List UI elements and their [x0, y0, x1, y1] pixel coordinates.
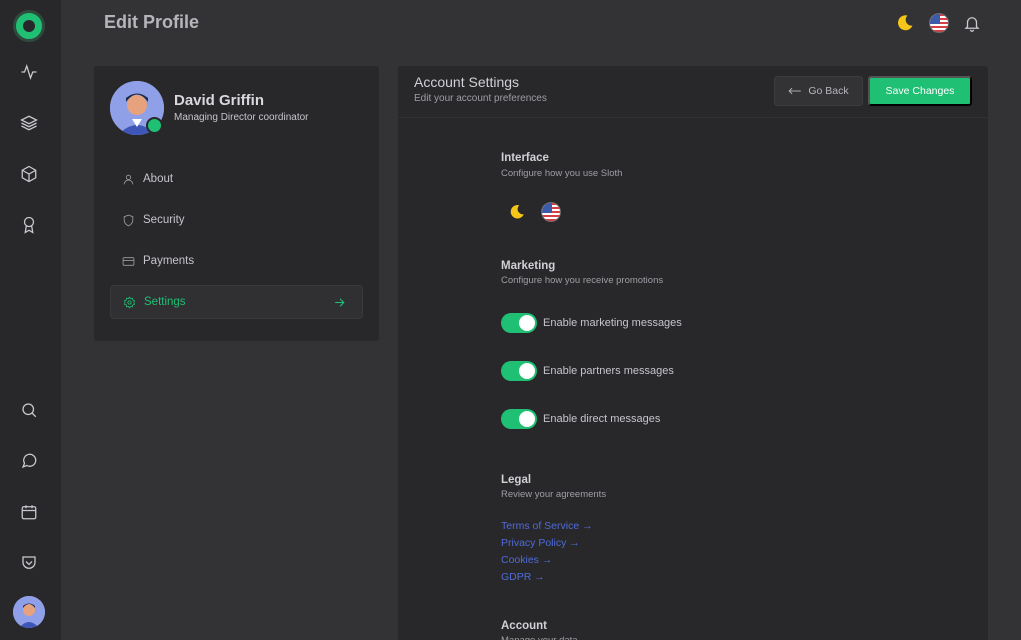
award-icon[interactable]: [19, 215, 39, 235]
arrow-left-icon: [788, 87, 802, 95]
menu-item-payments[interactable]: Payments: [110, 244, 363, 278]
panel-subtitle: Edit your account preferences: [414, 93, 547, 104]
profile-name: David Griffin: [174, 92, 265, 109]
marketing-messages-row: Enable marketing messages: [501, 313, 682, 333]
account-settings-panel: Account Settings Edit your account prefe…: [398, 66, 988, 640]
language-flag-icon[interactable]: [929, 13, 949, 33]
menu-item-label: Security: [143, 214, 185, 226]
box-icon[interactable]: [19, 164, 39, 184]
dark-mode-icon[interactable]: [895, 13, 915, 33]
gdpr-link[interactable]: GDPR →: [501, 571, 545, 583]
cookies-link[interactable]: Cookies →: [501, 554, 552, 566]
shield-icon: [123, 214, 134, 226]
direct-messages-row: Enable direct messages: [501, 409, 660, 429]
go-back-button[interactable]: Go Back: [774, 76, 863, 106]
menu-item-label: Payments: [143, 255, 195, 267]
partners-messages-row: Enable partners messages: [501, 361, 674, 381]
toggle-label: Enable marketing messages: [543, 317, 682, 329]
menu-item-security[interactable]: Security: [110, 203, 363, 237]
panel-title: Account Settings: [414, 74, 520, 90]
toggle-label: Enable partners messages: [543, 365, 674, 377]
interface-subtitle: Configure how you use Sloth: [501, 168, 623, 179]
toggle-label: Enable direct messages: [543, 413, 661, 425]
page-title: Edit Profile: [104, 12, 200, 32]
gear-icon: [123, 295, 136, 309]
dark-mode-toggle-icon[interactable]: [508, 203, 526, 221]
partners-messages-toggle[interactable]: [501, 361, 537, 381]
marketing-subtitle: Configure how you receive promotions: [501, 275, 664, 286]
menu-item-label: About: [143, 173, 174, 185]
menu-item-about[interactable]: About: [110, 162, 363, 196]
pocket-icon[interactable]: [19, 553, 39, 573]
profile-role: Managing Director coordinator: [174, 112, 309, 123]
account-subtitle: Manage your data: [501, 635, 578, 640]
marketing-title: Marketing: [501, 260, 556, 272]
user-icon: [123, 174, 134, 184]
arrow-right-icon: [333, 296, 346, 312]
user-avatar[interactable]: [13, 596, 45, 628]
credit-card-icon: [122, 256, 135, 266]
sidebar-rail: [0, 0, 61, 640]
interface-title: Interface: [501, 152, 549, 164]
go-back-label: Go Back: [808, 85, 849, 97]
activity-icon[interactable]: [19, 62, 39, 82]
legal-title: Legal: [501, 474, 532, 486]
notifications-bell-icon[interactable]: [963, 14, 981, 32]
marketing-messages-toggle[interactable]: [501, 313, 537, 333]
app-logo[interactable]: [13, 10, 45, 42]
menu-item-label: Settings: [144, 296, 186, 308]
top-toolbar: [895, 13, 981, 33]
online-badge: [146, 117, 163, 134]
language-select-flag-icon[interactable]: [541, 202, 561, 222]
chat-icon[interactable]: [19, 451, 39, 471]
panel-header: Account Settings Edit your account prefe…: [398, 66, 988, 118]
search-icon[interactable]: [19, 400, 39, 420]
save-changes-button[interactable]: Save Changes: [868, 76, 972, 106]
direct-messages-toggle[interactable]: [501, 409, 537, 429]
account-title: Account: [501, 620, 547, 632]
menu-item-settings[interactable]: Settings: [110, 285, 363, 319]
calendar-icon[interactable]: [19, 502, 39, 522]
layers-icon[interactable]: [19, 113, 39, 133]
terms-of-service-link[interactable]: Terms of Service →: [501, 520, 593, 532]
legal-subtitle: Review your agreements: [501, 489, 607, 500]
profile-card: David Griffin Managing Director coordina…: [94, 66, 379, 341]
privacy-policy-link[interactable]: Privacy Policy →: [501, 537, 580, 549]
